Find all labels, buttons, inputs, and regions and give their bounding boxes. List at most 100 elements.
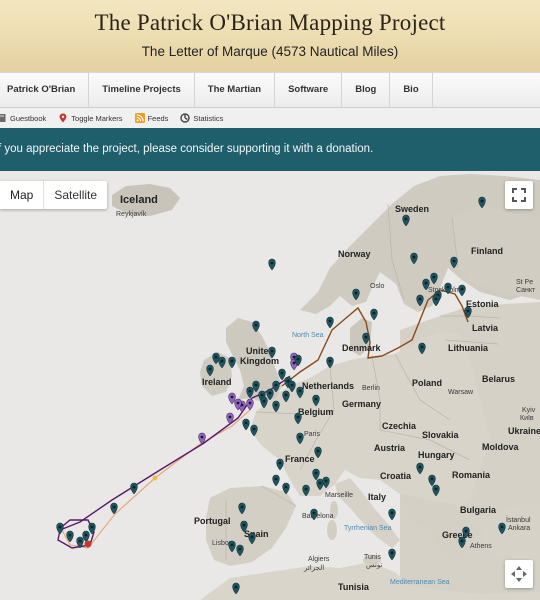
label-ukraine: Ukraine: [508, 426, 540, 436]
sardinia-land: [327, 520, 337, 540]
map-marker-dot: [230, 395, 234, 399]
label-sweden: Sweden: [395, 204, 429, 214]
label-finland: Finland: [471, 246, 503, 256]
label-north-sea: North Sea: [292, 332, 324, 339]
feeds-link[interactable]: Feeds: [134, 113, 169, 123]
label-algiers-ar: الجزائر: [303, 564, 324, 572]
route-endpoint-marker[interactable]: [84, 540, 92, 548]
map-marker-dot: [420, 345, 424, 349]
map-marker-dot: [290, 383, 294, 387]
map-marker-dot: [250, 535, 254, 539]
toggle-markers-label: Toggle Markers: [71, 113, 123, 123]
label-st-petersburg: St Pe: [516, 279, 533, 286]
map-marker-dot: [418, 465, 422, 469]
map-marker-dot: [214, 355, 218, 359]
map-marker-dot: [132, 485, 136, 489]
label-tyrrhenian-sea: Tyrrhenian Sea: [344, 525, 392, 532]
map-marker-dot: [354, 291, 358, 295]
map-marker-dot: [434, 487, 438, 491]
map-marker-dot: [460, 287, 464, 291]
map-marker-dot: [244, 421, 248, 425]
map-marker-dot: [274, 477, 278, 481]
nav-item-bio[interactable]: Bio: [390, 73, 433, 107]
map-marker-dot: [460, 539, 464, 543]
guestbook-link[interactable]: Guestbook: [0, 113, 46, 123]
map-marker-dot: [68, 533, 72, 537]
map-marker-dot: [260, 393, 264, 397]
map-marker-dot: [90, 525, 94, 529]
map-marker-dot: [58, 525, 62, 529]
nav-item-patrick-obrian[interactable]: Patrick O'Brian: [0, 73, 90, 107]
map-marker-dot: [200, 435, 204, 439]
map-marker-dot: [446, 285, 450, 289]
fullscreen-icon: [512, 188, 526, 202]
rss-feed-icon: [134, 113, 145, 123]
label-iceland: Iceland: [120, 194, 158, 206]
label-austria: Austria: [374, 443, 406, 453]
voyage-map[interactable]: Iceland Reykjavík Sweden Finland Norway …: [0, 171, 540, 600]
map-marker-dot: [390, 551, 394, 555]
label-tunisia: Tunisia: [338, 582, 370, 592]
map-marker-dot: [248, 389, 252, 393]
map-marker-dot: [328, 359, 332, 363]
label-kyiv: Kyiv: [522, 407, 536, 414]
map-marker-dot: [284, 485, 288, 489]
map-marker-dot: [298, 389, 302, 393]
label-ireland: Ireland: [202, 377, 232, 387]
map-type-control: Map Satellite: [0, 181, 108, 209]
toggle-markers-link[interactable]: Toggle Markers: [58, 113, 123, 123]
map-marker-dot: [240, 505, 244, 509]
map-type-map-button[interactable]: Map: [0, 181, 45, 209]
map-marker-dot: [480, 199, 484, 203]
map-marker-dot: [292, 361, 296, 365]
map-marker-dot: [432, 275, 436, 279]
label-kyiv-ua: Київ: [520, 415, 534, 422]
map-marker-dot: [500, 525, 504, 529]
map-canvas: Iceland Reykjavík Sweden Finland Norway …: [0, 171, 540, 600]
map-marker-dot: [452, 259, 456, 263]
map-marker-dot: [466, 309, 470, 313]
nav-item-timeline-projects[interactable]: Timeline Projects: [89, 73, 195, 107]
route-position-marker[interactable]: [152, 475, 158, 481]
map-marker-dot: [314, 471, 318, 475]
map-marker-dot: [404, 217, 408, 221]
map-marker-dot: [434, 297, 438, 301]
map-marker-dot: [228, 415, 232, 419]
fullscreen-button[interactable]: [505, 181, 533, 209]
map-marker-dot: [270, 349, 274, 353]
donation-text[interactable]: f you appreciate the project, please con…: [0, 143, 373, 155]
pan-arrows-icon: [511, 566, 527, 582]
nav-item-blog[interactable]: Blog: [342, 73, 391, 107]
map-marker-dot: [112, 505, 116, 509]
map-marker-dot: [430, 477, 434, 481]
map-marker-dot: [418, 297, 422, 301]
map-marker-dot: [236, 401, 240, 405]
label-spain: Spain: [244, 529, 269, 539]
label-bulgaria: Bulgaria: [460, 505, 497, 515]
map-marker-dot: [238, 547, 242, 551]
map-marker-dot: [270, 261, 274, 265]
map-marker-dot: [208, 367, 212, 371]
map-marker-dot: [364, 335, 368, 339]
label-paris: Paris: [304, 431, 320, 438]
map-marker-dot: [412, 255, 416, 259]
label-romania: Romania: [452, 470, 491, 480]
label-berlin: Berlin: [362, 385, 380, 392]
nav-item-software[interactable]: Software: [275, 73, 343, 107]
statistics-link[interactable]: Statistics: [180, 113, 223, 123]
map-marker-dot: [464, 529, 468, 533]
map-marker-dot: [314, 397, 318, 401]
map-marker-dot: [268, 391, 272, 395]
feeds-label: Feeds: [147, 113, 169, 123]
map-marker-dot: [324, 479, 328, 483]
map-marker-dot: [296, 357, 300, 361]
label-poland: Poland: [412, 378, 442, 388]
nav-item-the-martian[interactable]: The Martian: [195, 73, 276, 107]
map-marker-dot: [424, 281, 428, 285]
map-marker-dot: [230, 543, 234, 547]
map-pan-control[interactable]: [505, 560, 533, 588]
label-france: France: [285, 454, 315, 464]
label-slovakia: Slovakia: [422, 430, 460, 440]
map-type-satellite-button[interactable]: Satellite: [44, 181, 107, 209]
map-marker-dot: [230, 359, 234, 363]
